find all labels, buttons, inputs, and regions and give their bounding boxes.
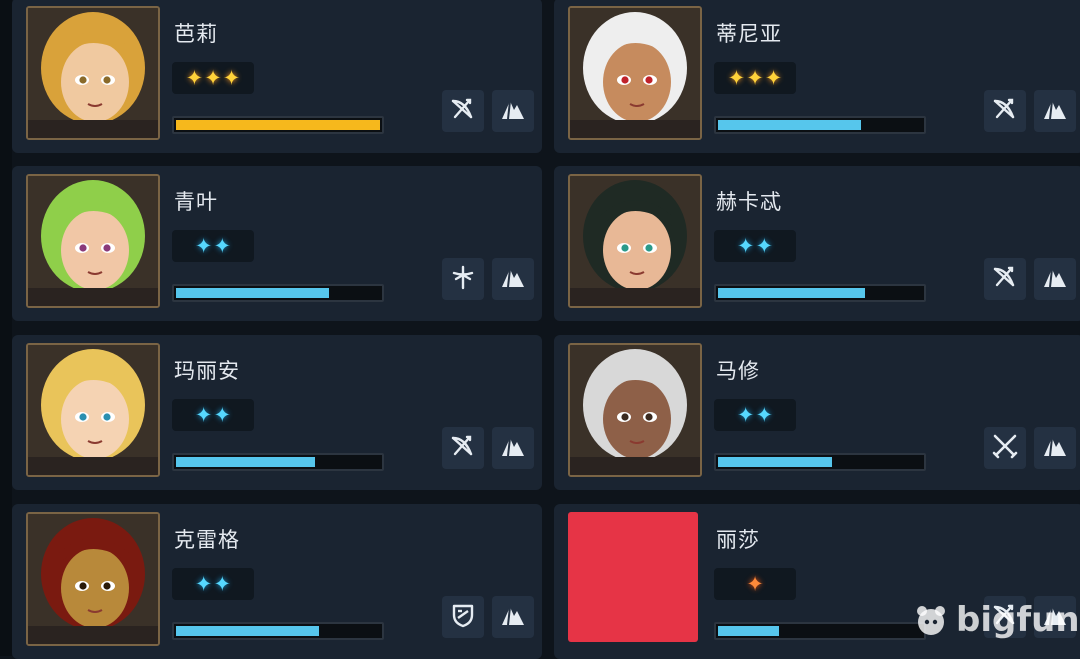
terrain-icon xyxy=(1041,95,1069,127)
progress-bar xyxy=(172,116,384,134)
hero-name: 马修 xyxy=(716,359,760,383)
hero-name: 玛丽安 xyxy=(174,359,240,383)
crossed-swords-icon xyxy=(991,432,1019,464)
terrain-button[interactable] xyxy=(492,427,534,469)
shield-icon xyxy=(449,601,477,633)
terrain-button[interactable] xyxy=(1034,427,1076,469)
bow-icon xyxy=(449,432,477,464)
progress-bar-fill xyxy=(718,120,861,130)
hero-name: 蒂尼亚 xyxy=(716,22,782,46)
progress-bar xyxy=(714,116,926,134)
star-icon: ✦ xyxy=(755,233,774,258)
star-icon: ✦ xyxy=(764,65,783,90)
progress-bar-fill xyxy=(718,288,865,298)
progress-bar xyxy=(714,284,926,302)
progress-bar-fill xyxy=(718,457,833,467)
star-icon: ✦ xyxy=(213,571,232,596)
class-button[interactable] xyxy=(442,90,484,132)
star-rating: ✦ ✦ ✦ xyxy=(172,62,254,94)
class-button[interactable] xyxy=(984,90,1026,132)
hero-name: 丽莎 xyxy=(716,528,760,552)
terrain-button[interactable] xyxy=(1034,258,1076,300)
terrain-icon xyxy=(499,432,527,464)
star-icon: ✦ xyxy=(204,65,222,90)
bow-icon xyxy=(449,95,477,127)
hero-portrait[interactable] xyxy=(26,6,160,140)
hero-name: 芭莉 xyxy=(174,22,218,46)
progress-bar xyxy=(172,453,384,471)
hero-card[interactable]: 蒂尼亚 ✦ ✦ ✦ xyxy=(554,0,1080,153)
hero-card[interactable]: 马修 ✦ ✦ xyxy=(554,335,1080,490)
progress-bar xyxy=(172,622,384,640)
star-icon: ✦ xyxy=(746,571,764,596)
hero-name: 青叶 xyxy=(174,190,218,214)
hero-card[interactable]: 青叶 ✦ ✦ xyxy=(12,166,542,321)
bow-icon xyxy=(991,263,1019,295)
bigfun-watermark: bigfun xyxy=(912,600,1080,640)
progress-bar-fill xyxy=(176,288,329,298)
hero-portrait[interactable] xyxy=(568,512,698,642)
star-icon: ✦ xyxy=(736,402,755,427)
hero-grid: 芭莉 ✦ ✦ ✦ 蒂尼亚 ✦ ✦ ✦ 青叶 ✦ ✦ 赫卡忒 ✦ ✦ 玛丽安 ✦ ✦ 马修 ✦ ✦ 克雷格 ✦ ✦ 丽莎 ✦ xyxy=(0,0,1080,659)
staff-icon xyxy=(449,263,477,295)
progress-bar-fill xyxy=(176,457,315,467)
star-rating: ✦ ✦ xyxy=(172,399,254,431)
progress-bar xyxy=(172,284,384,302)
bigfun-logo-icon xyxy=(917,606,945,635)
terrain-button[interactable] xyxy=(1034,90,1076,132)
terrain-icon xyxy=(499,601,527,633)
class-button[interactable] xyxy=(984,258,1026,300)
hero-name: 克雷格 xyxy=(174,528,240,552)
star-icon: ✦ xyxy=(727,65,746,90)
star-rating: ✦ xyxy=(714,568,796,600)
star-icon: ✦ xyxy=(755,402,774,427)
hero-portrait[interactable] xyxy=(26,174,160,308)
class-button[interactable] xyxy=(442,258,484,300)
watermark-text: bigfun xyxy=(956,600,1080,640)
hero-card[interactable]: 克雷格 ✦ ✦ xyxy=(12,504,542,659)
terrain-button[interactable] xyxy=(492,596,534,638)
star-rating: ✦ ✦ ✦ xyxy=(714,62,796,94)
star-icon: ✦ xyxy=(194,233,213,258)
star-rating: ✦ ✦ xyxy=(714,230,796,262)
star-rating: ✦ ✦ xyxy=(172,568,254,600)
star-icon: ✦ xyxy=(194,402,213,427)
class-button[interactable] xyxy=(442,427,484,469)
terrain-icon xyxy=(499,263,527,295)
hero-card[interactable]: 玛丽安 ✦ ✦ xyxy=(12,335,542,490)
terrain-icon xyxy=(499,95,527,127)
hero-portrait[interactable] xyxy=(568,6,702,140)
star-icon: ✦ xyxy=(222,65,241,90)
hero-name: 赫卡忒 xyxy=(716,190,782,214)
star-icon: ✦ xyxy=(736,233,755,258)
hero-portrait[interactable] xyxy=(26,512,160,646)
terrain-icon xyxy=(1041,263,1069,295)
progress-bar-fill xyxy=(176,626,319,636)
star-icon: ✦ xyxy=(185,65,204,90)
terrain-icon xyxy=(1041,432,1069,464)
hero-card[interactable]: 赫卡忒 ✦ ✦ xyxy=(554,166,1080,321)
terrain-button[interactable] xyxy=(492,258,534,300)
progress-bar-fill xyxy=(718,626,780,636)
hero-card[interactable]: 芭莉 ✦ ✦ ✦ xyxy=(12,0,542,153)
class-button[interactable] xyxy=(984,427,1026,469)
hero-portrait[interactable] xyxy=(568,343,702,477)
progress-bar xyxy=(714,453,926,471)
star-icon: ✦ xyxy=(194,571,213,596)
star-rating: ✦ ✦ xyxy=(172,230,254,262)
star-icon: ✦ xyxy=(213,233,232,258)
progress-bar xyxy=(714,622,926,640)
star-icon: ✦ xyxy=(213,402,232,427)
progress-bar-fill xyxy=(176,120,380,130)
terrain-button[interactable] xyxy=(492,90,534,132)
star-icon: ✦ xyxy=(746,65,764,90)
hero-portrait[interactable] xyxy=(568,174,702,308)
hero-portrait[interactable] xyxy=(26,343,160,477)
class-button[interactable] xyxy=(442,596,484,638)
star-rating: ✦ ✦ xyxy=(714,399,796,431)
bow-icon xyxy=(991,95,1019,127)
